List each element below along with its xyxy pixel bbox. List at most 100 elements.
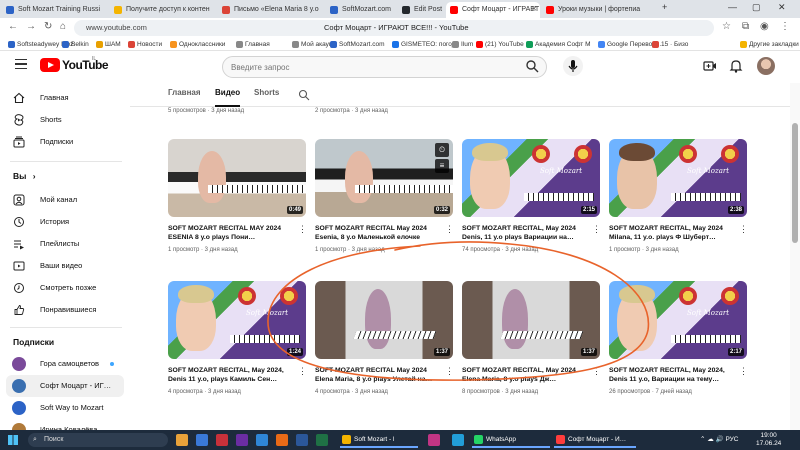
browser-tab[interactable]: Edit Post (398, 2, 444, 18)
more-options-icon[interactable] (445, 366, 454, 377)
bookmark-item[interactable]: Академия Софт М (526, 38, 590, 51)
notifications-bell-icon[interactable] (728, 58, 744, 74)
user-avatar[interactable] (757, 57, 775, 75)
bookmark-item[interactable]: Ilum (452, 38, 473, 51)
word-icon[interactable] (296, 434, 308, 446)
microphone-icon[interactable] (563, 56, 583, 76)
search-box[interactable] (222, 56, 547, 78)
taskbar-app[interactable]: WhatsApp (472, 432, 550, 448)
tab-home[interactable]: Главная (168, 88, 201, 107)
search-icon[interactable] (525, 59, 539, 73)
browser-tab[interactable]: Письмо «Elena Maria 8 y.o (218, 2, 324, 18)
url-field[interactable]: www.youtube.com Софт Моцарт - ИГРАЮТ ВСЕ… (74, 20, 714, 36)
sidebar-item-playlists[interactable]: Плейлисты (0, 233, 124, 255)
more-options-icon[interactable] (739, 224, 748, 235)
you-section-header[interactable]: Вы › (13, 171, 36, 181)
forward-arrow-icon[interactable]: → (26, 21, 36, 32)
video-title[interactable]: SOFT MOZART RECITAL, May 2024, Denis 11 … (168, 366, 296, 384)
sidebar-item-liked[interactable]: Понравившиеся (0, 299, 124, 321)
more-options-icon[interactable] (592, 224, 601, 235)
app-icon[interactable] (256, 434, 268, 446)
more-options-icon[interactable] (298, 366, 307, 377)
close-tab-icon[interactable]: ✕ (531, 2, 537, 18)
video-thumbnail[interactable]: Soft Mozart 2:17 (609, 281, 747, 359)
bookmark-item[interactable]: Другие закладки (740, 38, 799, 51)
taskbar-app[interactable]: Софт Моцарт - И… (554, 432, 636, 448)
bookmark-item[interactable]: ШАМ (96, 38, 121, 51)
system-clock[interactable]: 19:00 17.06.24 (756, 432, 781, 448)
video-thumbnail[interactable]: 1:37 (315, 281, 453, 359)
more-options-icon[interactable] (592, 366, 601, 377)
sidebar-subscription[interactable]: Гора самоцветов (0, 353, 124, 375)
video-thumbnail[interactable]: Soft Mozart 2:38 (609, 139, 747, 217)
more-options-icon[interactable] (298, 224, 307, 235)
bookmark-item[interactable]: Belkin (62, 38, 89, 51)
bookmark-item[interactable]: SoftMozart.com (330, 38, 385, 51)
video-thumbnail[interactable]: Soft Mozart 1:24 (168, 281, 306, 359)
telegram-icon[interactable] (452, 434, 464, 446)
more-options-icon[interactable] (739, 366, 748, 377)
minimize-button[interactable]: — (728, 2, 737, 12)
sidebar-item-your-videos[interactable]: Ваши видео (0, 255, 124, 277)
tab-videos[interactable]: Видео (215, 88, 241, 107)
video-title[interactable]: SOFT MOZART RECITAL, May 2024 Denis, 11 … (462, 224, 590, 242)
tab-shorts[interactable]: Shorts (254, 88, 279, 107)
bookmark-item[interactable]: Новости (128, 38, 162, 51)
taskbar-search[interactable]: ⌕ Поиск (28, 433, 168, 447)
bookmark-item[interactable]: (21) YouTube (476, 38, 524, 51)
app-icon[interactable] (236, 434, 248, 446)
sidebar-item-history[interactable]: История (0, 211, 124, 233)
home-icon[interactable]: ⌂ (60, 21, 66, 32)
browser-tab[interactable]: SoftMozart.com (326, 2, 396, 18)
browser-tab[interactable]: Получите доступ к контен (110, 2, 216, 18)
video-title[interactable]: SOFT MOZART RECITAL MAY 2024 ESENIA 8 y.… (168, 224, 296, 242)
profile-icon[interactable]: ◉ (760, 21, 769, 32)
chrome-icon[interactable] (176, 434, 188, 446)
bookmark-item[interactable]: Мой акаунт (292, 38, 336, 51)
video-title[interactable]: SOFT MOZART RECITAL, May 2024 Milana, 11… (609, 224, 737, 242)
video-thumbnail[interactable]: Soft Mozart 2:15 (462, 139, 600, 217)
sidebar-item-my-channel[interactable]: Мой канал (0, 189, 124, 211)
page-scrollbar[interactable] (790, 83, 800, 430)
taskbar-app[interactable]: Soft Mozart - l (340, 432, 418, 448)
create-video-icon[interactable] (702, 58, 718, 74)
vlc-icon[interactable] (276, 434, 288, 446)
star-icon[interactable]: ☆ (722, 21, 731, 32)
video-title[interactable]: SOFT MOZART RECITAL May 2024 Esenia, 8 y… (315, 224, 443, 242)
video-title[interactable]: SOFT MOZART RECITAL May 2024 Elena Maria… (315, 366, 443, 384)
back-arrow-icon[interactable]: ← (8, 21, 18, 32)
scrollbar-thumb[interactable] (792, 123, 798, 243)
maximize-button[interactable]: ▢ (752, 2, 761, 13)
browser-tab[interactable]: Уроки музыки | фортепиа (542, 2, 660, 18)
bookmark-item[interactable]: Главная (236, 38, 270, 51)
sidebar-subscription-selected[interactable]: Софт Моцарт - ИГ… (6, 375, 124, 397)
sidebar-item-shorts[interactable]: Shorts (0, 109, 124, 131)
excel-icon[interactable] (316, 434, 328, 446)
app-icon[interactable] (216, 434, 228, 446)
system-tray[interactable]: ⌃ ☁ 🔊 РУС (700, 435, 739, 443)
windows-start-icon[interactable] (8, 435, 18, 445)
watch-later-icon[interactable]: ⏲ (435, 143, 449, 157)
sidebar-item-home[interactable]: Главная (0, 87, 124, 109)
bookmark-item[interactable]: Одноклассники (170, 38, 225, 51)
youtube-wordmark[interactable]: YouTube (62, 58, 109, 72)
bookmark-item[interactable]: 15 · Бизо (652, 38, 688, 51)
extensions-icon[interactable]: ⧉ (742, 21, 749, 32)
video-thumbnail[interactable]: 0:32 ⏲ ≡ (315, 139, 453, 217)
browser-tab[interactable]: Soft Mozart Training Russi (2, 2, 108, 18)
menu-icon[interactable]: ⋮ (780, 21, 790, 32)
app-icon[interactable] (428, 434, 440, 446)
sidebar-item-watch-later[interactable]: Смотреть позже (0, 277, 124, 299)
file-explorer-icon[interactable] (196, 434, 208, 446)
video-title[interactable]: SOFT MOZART RECITAL, May 2024 Elena Mari… (462, 366, 590, 384)
sidebar-subscription[interactable]: Soft Way to Mozart (0, 397, 124, 419)
more-options-icon[interactable] (445, 224, 454, 235)
video-thumbnail[interactable]: 0:49 (168, 139, 306, 217)
sidebar-item-subscriptions[interactable]: Подписки (0, 131, 124, 153)
close-window-button[interactable]: ✕ (778, 2, 786, 13)
bookmark-item[interactable]: GISMETEO: погод (392, 38, 456, 51)
add-to-queue-icon[interactable]: ≡ (435, 159, 449, 173)
video-title[interactable]: SOFT MOZART RECITAL, May 2024, Denis 11 … (609, 366, 737, 384)
search-input[interactable] (231, 60, 511, 74)
youtube-logo-icon[interactable] (40, 58, 60, 72)
